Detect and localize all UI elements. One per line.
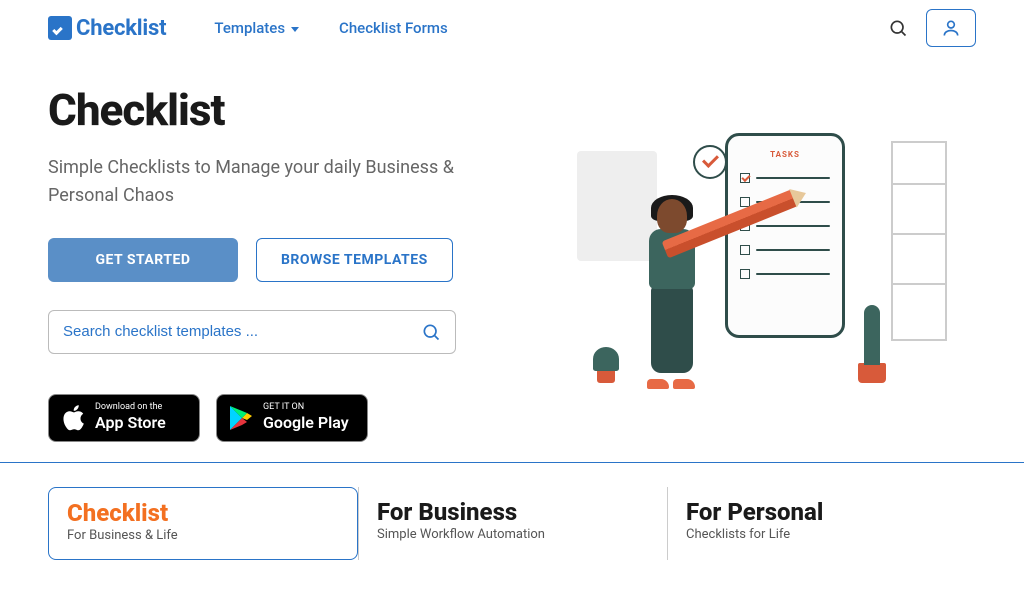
nav-templates-label: Templates bbox=[214, 19, 285, 37]
search-icon[interactable] bbox=[421, 322, 441, 342]
hero-illustration: TASKS bbox=[538, 84, 976, 442]
hero: Checklist Simple Checklists to Manage yo… bbox=[48, 84, 976, 442]
google-big-text: Google Play bbox=[263, 414, 349, 432]
apple-small-text: Download on the bbox=[95, 403, 166, 412]
nav-templates[interactable]: Templates bbox=[214, 19, 299, 37]
tab-title: For Business bbox=[377, 499, 649, 525]
check-box-icon bbox=[48, 16, 72, 40]
logo[interactable]: Checklist bbox=[48, 16, 166, 41]
page-subtitle: Simple Checklists to Manage your daily B… bbox=[48, 154, 478, 210]
feature-tabs: Checklist For Business & Life For Busine… bbox=[0, 487, 1024, 560]
tab-title: Checklist bbox=[67, 500, 339, 526]
nav: Templates Checklist Forms bbox=[214, 19, 447, 37]
app-store-badge[interactable]: Download on the App Store bbox=[48, 394, 200, 442]
chevron-down-icon bbox=[291, 27, 299, 32]
tab-sub: For Business & Life bbox=[67, 528, 339, 543]
search-icon[interactable] bbox=[888, 18, 908, 38]
browse-templates-button[interactable]: BROWSE TEMPLATES bbox=[256, 238, 453, 282]
google-play-icon bbox=[229, 405, 253, 431]
nav-forms[interactable]: Checklist Forms bbox=[339, 19, 448, 37]
tab-title: For Personal bbox=[686, 499, 958, 525]
illustration-board-title: TASKS bbox=[740, 150, 830, 159]
get-started-button[interactable]: GET STARTED bbox=[48, 238, 238, 282]
user-icon bbox=[941, 18, 961, 38]
account-button[interactable] bbox=[926, 9, 976, 47]
apple-big-text: App Store bbox=[95, 414, 166, 432]
page-title: Checklist bbox=[48, 84, 478, 136]
tab-sub: Checklists for Life bbox=[686, 527, 958, 542]
nav-forms-label: Checklist Forms bbox=[339, 19, 448, 37]
google-small-text: GET IT ON bbox=[263, 403, 349, 412]
brand-name: Checklist bbox=[76, 16, 166, 41]
tab-business[interactable]: For Business Simple Workflow Automation bbox=[358, 487, 667, 560]
tab-personal[interactable]: For Personal Checklists for Life bbox=[667, 487, 976, 560]
header: Checklist Templates Checklist Forms bbox=[48, 0, 976, 56]
section-divider bbox=[0, 462, 1024, 463]
template-search[interactable] bbox=[48, 310, 456, 354]
tab-sub: Simple Workflow Automation bbox=[377, 527, 649, 542]
apple-icon bbox=[61, 404, 85, 432]
tab-checklist[interactable]: Checklist For Business & Life bbox=[48, 487, 358, 560]
template-search-input[interactable] bbox=[63, 323, 421, 340]
google-play-badge[interactable]: GET IT ON Google Play bbox=[216, 394, 368, 442]
check-bubble-icon bbox=[693, 145, 727, 179]
